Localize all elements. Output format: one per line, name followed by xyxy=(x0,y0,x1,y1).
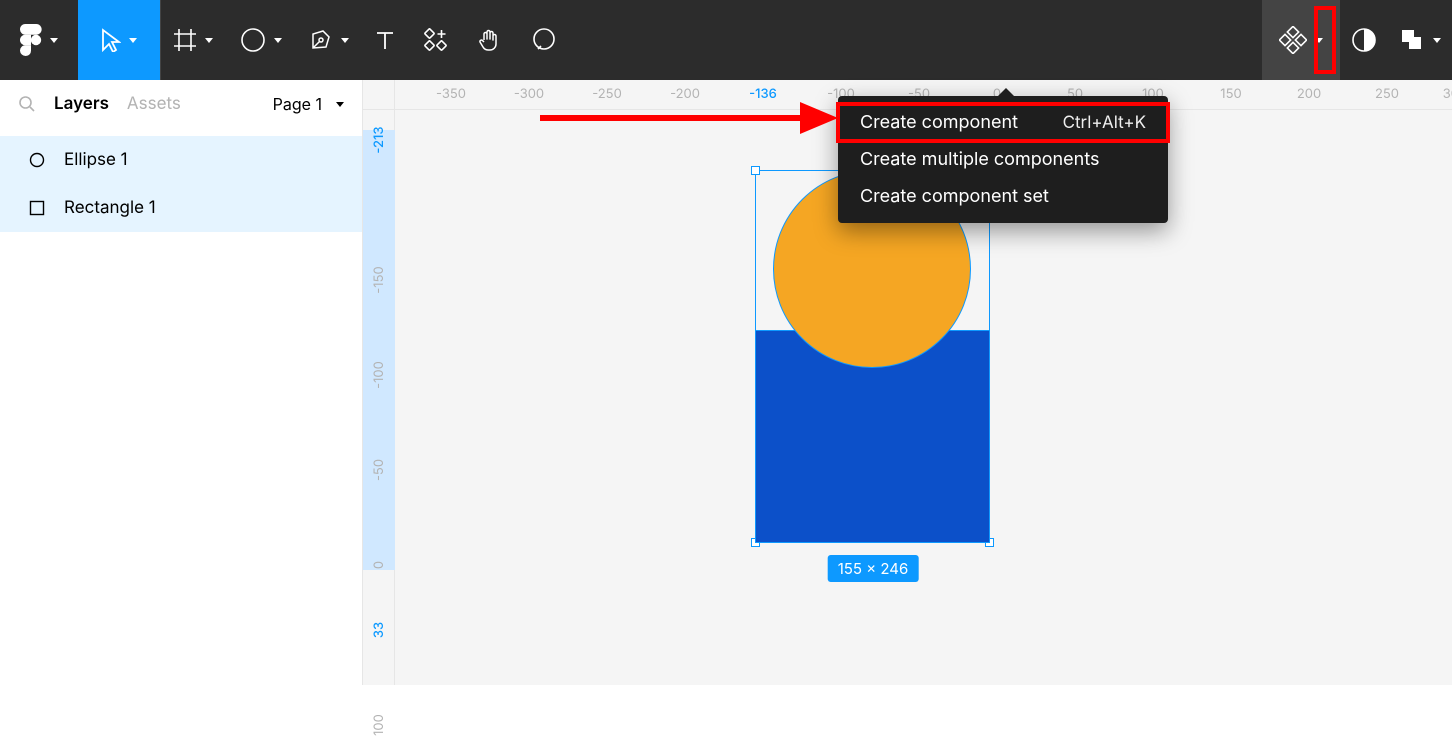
ellipse-icon xyxy=(28,151,46,169)
selection-size-badge: 155 × 246 xyxy=(828,555,919,582)
ruler-tick: 200 xyxy=(1297,86,1321,102)
panel-header: Layers Assets Page 1 xyxy=(0,80,362,128)
ruler-corner xyxy=(363,80,395,110)
hand-tool[interactable] xyxy=(463,0,517,80)
component-icon xyxy=(1279,26,1307,54)
tab-assets[interactable]: Assets xyxy=(127,94,181,114)
page-label: Page 1 xyxy=(273,94,322,114)
resources-icon xyxy=(424,28,448,52)
toolbar xyxy=(0,0,1452,80)
layer-list: Ellipse 1 Rectangle 1 xyxy=(0,128,362,232)
mask-icon xyxy=(1351,27,1377,53)
ruler-tick: 250 xyxy=(1375,86,1399,102)
ruler-tick: -150 xyxy=(371,266,387,293)
layer-label: Ellipse 1 xyxy=(64,150,128,170)
boolean-union-icon xyxy=(1399,27,1425,53)
comment-tool[interactable] xyxy=(517,0,571,80)
chevron-down-icon xyxy=(336,102,344,107)
layer-label: Rectangle 1 xyxy=(64,198,156,218)
ruler-vertical: -213-150-100-50033100 xyxy=(363,110,395,685)
menu-item-create-component[interactable]: Create component Ctrl+Alt+K xyxy=(838,104,1168,141)
menu-item-create-multiple-components[interactable]: Create multiple components xyxy=(838,141,1168,178)
search-icon[interactable] xyxy=(18,95,36,113)
menu-item-create-component-set[interactable]: Create component set xyxy=(838,178,1168,215)
menu-shortcut: Ctrl+Alt+K xyxy=(1063,113,1146,133)
ruler-tick: -350 xyxy=(436,86,466,102)
hand-icon xyxy=(477,27,503,53)
move-tool[interactable] xyxy=(78,0,160,80)
ruler-tick: -136 xyxy=(749,86,777,102)
ruler-tick: 0 xyxy=(371,561,387,569)
ruler-tick: -213 xyxy=(371,126,387,153)
chevron-down-icon xyxy=(129,38,137,43)
chevron-down-icon xyxy=(205,38,213,43)
shape-tool[interactable] xyxy=(225,0,297,80)
page-selector[interactable]: Page 1 xyxy=(273,94,344,114)
ruler-tick: -100 xyxy=(371,361,387,389)
boolean-tool[interactable] xyxy=(1388,0,1452,80)
chevron-down-icon xyxy=(1315,38,1323,43)
menu-label: Create component set xyxy=(860,186,1049,207)
pen-tool[interactable] xyxy=(297,0,361,80)
mask-tool[interactable] xyxy=(1340,0,1388,80)
rectangle-icon xyxy=(28,199,46,217)
create-component-button[interactable] xyxy=(1262,0,1340,80)
ruler-tick: 33 xyxy=(371,622,387,638)
layer-item-ellipse[interactable]: Ellipse 1 xyxy=(0,136,362,184)
text-tool[interactable] xyxy=(361,0,409,80)
ruler-tick: -250 xyxy=(592,86,622,102)
left-panel: Layers Assets Page 1 Ellipse 1 Rectangle… xyxy=(0,80,363,685)
menu-label: Create component xyxy=(860,112,1018,133)
cursor-icon xyxy=(101,28,121,52)
comment-icon xyxy=(531,27,557,53)
chevron-down-icon xyxy=(274,38,282,43)
frame-tool[interactable] xyxy=(161,0,225,80)
selection-handle-nw[interactable] xyxy=(751,166,760,175)
menu-label: Create multiple components xyxy=(860,149,1100,170)
layer-item-rectangle[interactable]: Rectangle 1 xyxy=(0,184,362,232)
pen-icon xyxy=(309,28,333,52)
chevron-down-icon xyxy=(1433,38,1441,43)
figma-logo-menu[interactable] xyxy=(0,0,78,80)
ruler-tick: -300 xyxy=(514,86,544,102)
ellipse-icon xyxy=(240,27,266,53)
resources-tool[interactable] xyxy=(409,0,463,80)
figma-logo-icon xyxy=(20,24,42,56)
ruler-tick: 300 xyxy=(1443,86,1452,102)
chevron-down-icon xyxy=(341,38,349,43)
tab-layers[interactable]: Layers xyxy=(54,94,109,114)
ruler-tick: 150 xyxy=(1220,86,1241,102)
create-component-menu: Create component Ctrl+Alt+K Create multi… xyxy=(838,96,1168,223)
ruler-tick: -200 xyxy=(670,86,700,102)
chevron-down-icon xyxy=(50,38,58,43)
frame-icon xyxy=(173,28,197,52)
ruler-tick: -50 xyxy=(371,459,387,481)
ruler-selection-range xyxy=(363,130,395,570)
ruler-tick: 100 xyxy=(371,714,387,736)
text-icon xyxy=(374,29,396,51)
